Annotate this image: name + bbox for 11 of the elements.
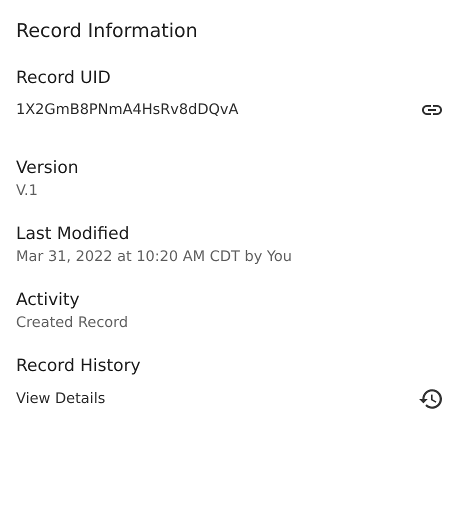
field-value: Mar 31, 2022 at 10:20 AM CDT by You bbox=[16, 248, 292, 267]
field-value: V.1 bbox=[16, 182, 38, 201]
field-label: Version bbox=[16, 157, 80, 180]
field-label: Activity bbox=[16, 289, 81, 312]
field-label: Record UID bbox=[16, 67, 112, 90]
panel-title: Record Information bbox=[16, 19, 199, 44]
field-label: Record History bbox=[16, 355, 142, 378]
field-label: Last Modified bbox=[16, 223, 130, 246]
view-details-link[interactable]: View Details bbox=[16, 388, 106, 410]
field-value: 1X2GmB8PNmA4HsRv8dDQvA bbox=[16, 101, 238, 120]
field-value: Created Record bbox=[16, 314, 128, 333]
